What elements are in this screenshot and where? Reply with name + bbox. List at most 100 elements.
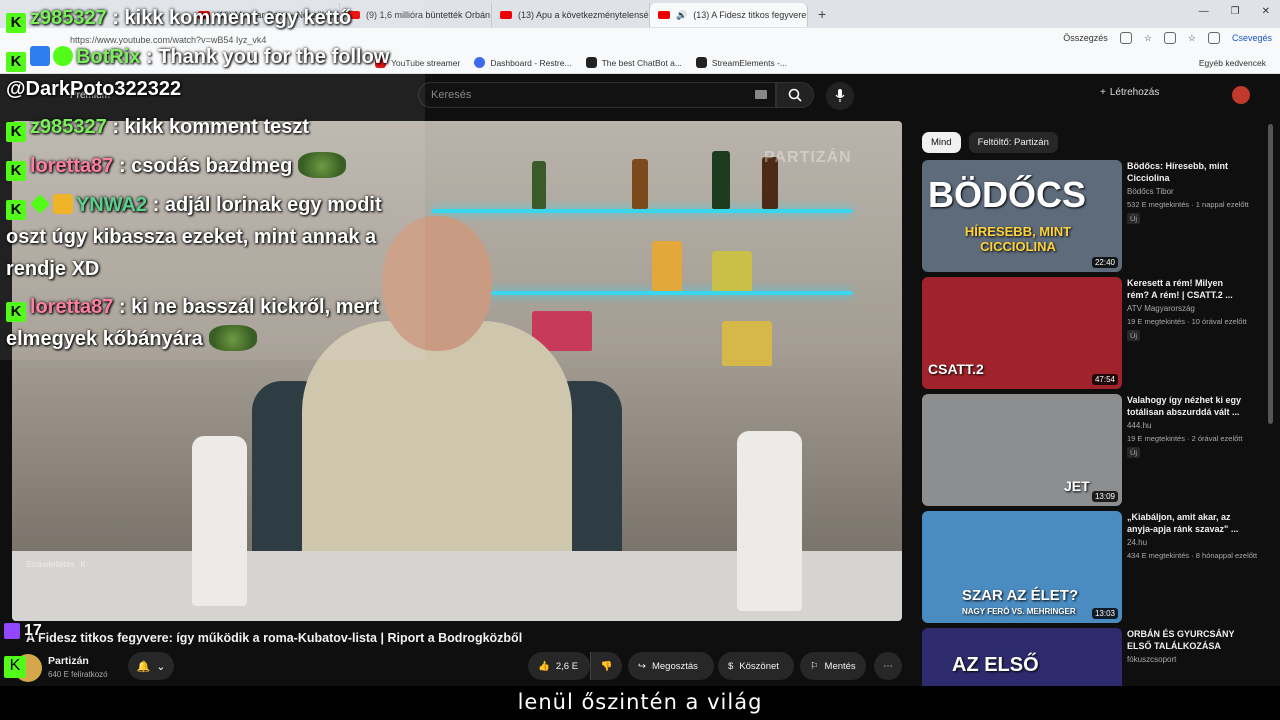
chat-message: Kz985327 : kikk komment teszt [6, 112, 309, 142]
emote-icon [208, 325, 257, 351]
close-window-icon[interactable]: ✕ [1262, 6, 1270, 17]
recommendation-card[interactable]: AZ ELSŐ ORBÁN ÉS GYURCSÁNY ELSŐ TALÁLKOZ… [922, 628, 1262, 686]
video-thumbnail[interactable]: JET 13:09 [922, 394, 1122, 506]
video-thumbnail[interactable]: AZ ELSŐ [922, 628, 1122, 686]
video-thumbnail[interactable]: SZAR AZ ÉLET? NAGY FERÓ VS. MEHRINGER 13… [922, 511, 1122, 623]
recommendation-meta: 19 E megtekintés · 10 órával ezelőtt [1127, 317, 1247, 326]
recommendation-card[interactable]: BÖDŐCS HÍRESEBB, MINT CICCIOLINA 22:40 B… [922, 160, 1262, 272]
plastic-bottle [737, 431, 802, 611]
channel-name[interactable]: Partizán [48, 655, 89, 667]
summary-button[interactable]: Összegzés [1063, 33, 1108, 43]
shelf-light [432, 209, 852, 213]
recommendation-title[interactable]: Valahogy így nézhet ki egy totálisan abs… [1127, 394, 1247, 418]
scrollbar[interactable] [1268, 124, 1273, 424]
maximize-icon[interactable]: ❐ [1231, 6, 1240, 17]
window-controls: — ❐ ✕ [1199, 6, 1270, 17]
recommendation-channel[interactable]: 444.hu [1127, 421, 1151, 430]
recommendation-card[interactable]: SZAR AZ ÉLET? NAGY FERÓ VS. MEHRINGER 13… [922, 511, 1262, 623]
recommendation-meta: 19 E megtekintés · 2 órával ezelőtt [1127, 434, 1243, 443]
duration-badge: 13:03 [1091, 608, 1118, 619]
video-thumbnail[interactable]: BÖDŐCS HÍRESEBB, MINT CICCIOLINA 22:40 [922, 160, 1122, 272]
chip-uploader[interactable]: Feltöltő: Partizán [968, 132, 1058, 153]
keyboard-icon[interactable] [755, 90, 767, 99]
recommendation-channel[interactable]: ATV Magyarország [1127, 304, 1195, 313]
chat-message-continuation: oszt úgy kibassza ezeket, mint annak a [6, 226, 377, 248]
recommendation-title[interactable]: Bödőcs: Híresebb, mint Cicciolina [1127, 160, 1247, 184]
video-thumbnail[interactable]: CSATT.2 47:54 [922, 277, 1122, 389]
save-button[interactable]: ⚐ Mentés [800, 652, 866, 680]
video-title: A Fidesz titkos fegyvere: így működik a … [26, 631, 523, 645]
duration-badge: 13:09 [1091, 491, 1118, 502]
snack-bag [652, 241, 682, 291]
chat-button[interactable]: Csevegés [1232, 33, 1272, 43]
restream-icon [474, 57, 486, 68]
super-thanks-icon: $ [728, 660, 734, 672]
snack-bag [712, 251, 752, 291]
recommendation-card[interactable]: CSATT.2 47:54 Keresett a rém! Milyen rém… [922, 277, 1262, 389]
search-button[interactable] [776, 82, 814, 108]
bottle [532, 161, 546, 209]
notification-button[interactable]: 🔔 ⌄ [128, 652, 174, 680]
plastic-bottle [192, 436, 247, 606]
browser-tab[interactable]: (13) Apu a következménytelenség✕ [492, 3, 650, 27]
kick-icon: K [6, 122, 26, 142]
like-button[interactable]: 👍 2,6 E [528, 652, 590, 680]
new-badge: Új [1127, 447, 1141, 458]
verified-badge-icon [53, 46, 73, 66]
chat-message: Kloretta87 : ki ne basszál kickről, mert [6, 292, 379, 322]
kick-icon: K [6, 13, 26, 33]
chat-message: K YNWA2 : adjál lorinak egy modit [6, 190, 382, 220]
other-bookmarks[interactable]: Egyéb kedvencek [1199, 58, 1266, 68]
kick-icon: K [6, 302, 26, 322]
recommendation-title[interactable]: Keresett a rém! Milyen rém? A rém! | CSA… [1127, 277, 1247, 301]
recommendation-channel[interactable]: Bödőcs Tibor [1127, 187, 1174, 196]
new-badge: Új [1127, 330, 1141, 341]
recommendation-meta: 434 E megtekintés · 8 hónappal ezelőtt [1127, 551, 1257, 560]
stream-chat-overlay: Kz985327 : kikk komment egy kettő K BotRi… [0, 0, 425, 360]
recommendation-title[interactable]: ORBÁN ÉS GYURCSÁNY ELSŐ TALÁLKOZÁSA [1127, 628, 1247, 652]
recommendation-channel[interactable]: fókuszcsoport [1127, 655, 1176, 664]
bookmark-dashboard[interactable]: Dashboard - Restre... [474, 57, 572, 68]
chat-message: Kz985327 : kikk komment egy kettő [6, 3, 351, 33]
chat-message: K BotRix : Thank you for the follow [6, 42, 389, 72]
speaker-icon[interactable]: 🔊 [676, 10, 687, 21]
favorites-icon[interactable]: ☆ [1188, 33, 1196, 44]
browser-tab-active[interactable]: 🔊(13) A Fidesz titkos fegyvere: í✕ [650, 3, 808, 27]
dislike-button[interactable]: 👎 [590, 652, 622, 680]
chip-all[interactable]: Mind [922, 132, 961, 153]
bookmark-chatbot[interactable]: The best ChatBot a... [585, 57, 682, 68]
subtitle-bar: lenül őszintén a világ [0, 686, 1280, 720]
share-button[interactable]: ↪ Megosztás [628, 652, 714, 680]
bot-badge-icon [30, 46, 50, 66]
collections-icon[interactable] [1207, 32, 1220, 44]
recommendation-channel[interactable]: 24.hu [1127, 538, 1147, 547]
recommendation-card[interactable]: JET 13:09 Valahogy így nézhet ki egy tot… [922, 394, 1262, 506]
search-input[interactable]: Keresés [418, 82, 776, 108]
subtitle-text: lenül őszintén a világ [517, 690, 763, 714]
reader-icon[interactable] [1119, 32, 1132, 44]
create-button[interactable]: + Létrehozás [1100, 87, 1159, 98]
favorite-star-icon[interactable]: ☆ [1144, 33, 1152, 44]
new-tab-button[interactable]: + [818, 6, 826, 22]
channel-watermark: PARTIZÁN [764, 149, 852, 166]
youtube-icon [500, 11, 512, 19]
voice-search-button[interactable] [826, 82, 854, 110]
thumbs-up-icon: 👍 [538, 660, 550, 672]
plus-icon: + [1100, 87, 1106, 98]
bookmark-streamelements[interactable]: StreamElements -... [695, 57, 787, 68]
recommendation-title[interactable]: „Kiabáljon, amit akar, az anyja-apja rán… [1127, 511, 1247, 535]
chat-message-continuation: rendje XD [6, 258, 100, 280]
search-icon [788, 88, 802, 102]
twitch-icon [4, 623, 20, 639]
chat-message: Kloretta87 : csodás bazdmeg [6, 151, 347, 181]
more-actions-button[interactable]: ⋯ [874, 652, 902, 680]
account-avatar[interactable] [1232, 86, 1250, 104]
viewer-count: 17 [4, 622, 42, 640]
thanks-button[interactable]: $ Köszönet [718, 652, 794, 680]
extensions-icon[interactable] [1163, 32, 1176, 44]
filter-chips: Mind Feltöltő: Partizán [922, 132, 1058, 153]
minimize-icon[interactable]: — [1199, 6, 1209, 17]
bookmark-icon: ⚐ [810, 660, 819, 672]
youtube-icon [658, 11, 670, 19]
streamelements-icon [695, 57, 707, 68]
